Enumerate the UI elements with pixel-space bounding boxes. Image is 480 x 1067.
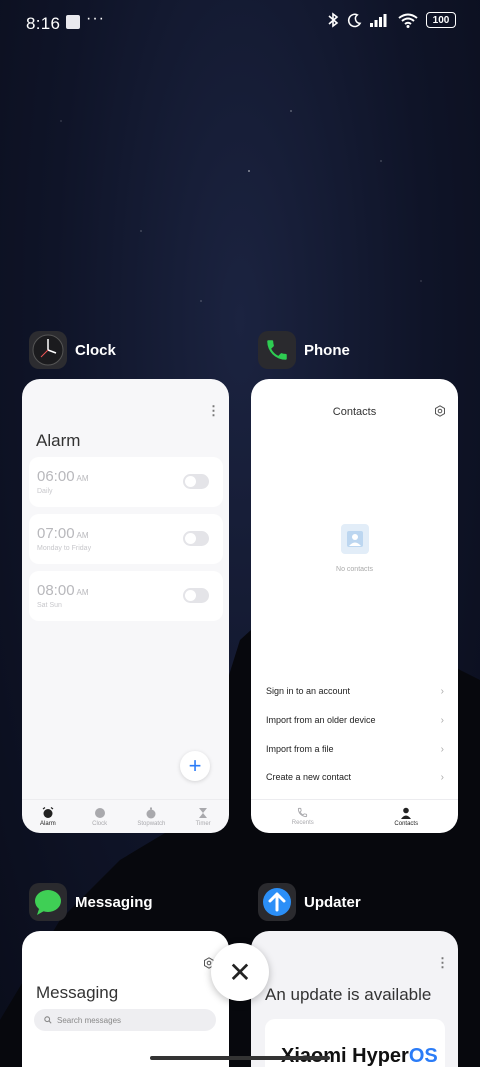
clear-all-close-button[interactable]: ✕ [211,943,269,1001]
signal-icon [370,14,387,27]
search-placeholder: Search messages [57,1015,122,1025]
tab-recents: Recents [251,800,355,833]
phone-bottom-nav: Recents Contacts [251,799,458,833]
alarm-page-title: Alarm [36,431,81,450]
hourglass-icon [199,807,208,818]
brand-os-text: OS [408,1045,438,1067]
battery-level: 100 [432,14,450,26]
chevron-right-icon: › [440,772,444,783]
tab-label: Clock [92,820,108,827]
updater-app-icon [258,883,296,921]
create-contact-row: Create a new contact › [266,772,444,783]
tab-alarm: Alarm [22,800,74,833]
more-notifications-icon: ··· [86,10,105,27]
clock-icon [94,807,105,818]
tab-stopwatch: Stopwatch [126,800,178,833]
status-bar: 8:16 ··· 100 [0,0,480,46]
add-alarm-icon: + [180,751,210,781]
phone-icon [298,807,308,818]
tab-label: Timer [195,820,211,827]
alarm-repeat: Sat Sun [37,602,62,609]
sign-in-account-row: Sign in to an account › [266,686,444,697]
moon-icon [347,13,362,27]
clock-app-icon [29,331,67,369]
bluetooth-icon [328,12,339,28]
empty-contacts-text: No contacts [336,566,373,573]
alarm-time: 06:00 [37,468,75,485]
recent-card-messaging[interactable]: Messaging Search messages [22,931,229,1067]
app-name-messaging: Messaging [75,893,153,911]
alarm-repeat: Monday to Friday [37,545,92,552]
alarm-item: 08:00 AM Sat Sun [29,571,223,621]
settings-gear-icon [435,405,445,417]
alarm-repeat: Daily [37,488,53,495]
alarm-item: 07:00 AM Monday to Friday [29,514,223,564]
tab-clock: Clock [74,800,126,833]
alarm-ampm: AM [76,588,89,597]
alarm-icon [42,806,54,818]
tab-label: Alarm [40,820,56,827]
alarm-time: 08:00 [37,582,75,599]
alarm-time: 07:00 [37,525,75,542]
import-file-row: Import from a file › [266,744,444,755]
chevron-right-icon: › [440,744,444,755]
tab-label: Stopwatch [137,820,166,827]
app-name-updater: Updater [304,893,361,911]
recent-app-header-phone[interactable]: Phone [258,331,350,369]
tab-contacts: Contacts [355,800,459,833]
import-older-device-row: Import from an older device › [266,715,444,726]
wifi-icon [398,13,418,28]
notification-icon [66,15,80,29]
phone-app-icon [258,331,296,369]
alarm-ampm: AM [76,474,89,483]
alarm-toggle [183,474,209,489]
more-options-icon: ⋮ [207,403,220,418]
tab-label: Contacts [394,820,419,827]
messaging-page-title: Messaging [36,983,119,1002]
menu-row-label: Create a new contact [266,772,352,782]
person-icon [401,807,412,819]
menu-row-label: Import from a file [266,744,334,754]
chevron-right-icon: › [440,715,444,726]
home-gesture-bar[interactable] [150,1056,330,1060]
contacts-page-title: Contacts [332,406,377,418]
tab-label: Recents [291,820,314,826]
recent-card-phone[interactable]: Contacts No contacts Sign in to an accou… [251,379,458,833]
more-options-icon: ⋮ [436,955,449,970]
stopwatch-icon [146,807,156,818]
chevron-right-icon: › [440,686,444,697]
search-icon [44,1016,52,1024]
recent-card-clock[interactable]: ⋮ Alarm 06:00 AM Daily 07:00 AM Monday to … [22,379,229,833]
tab-timer: Timer [177,800,229,833]
app-name-clock: Clock [75,341,116,359]
status-time: 8:16 [26,14,61,33]
alarm-toggle [183,588,209,603]
recent-app-header-messaging[interactable]: Messaging [29,883,153,921]
battery-icon: 100 [426,12,456,28]
empty-contacts-icon [341,524,369,554]
menu-row-label: Import from an older device [266,715,376,725]
recent-card-updater[interactable]: ⋮ An update is available Xiaomi HyperOS [251,931,458,1067]
recent-app-header-updater[interactable]: Updater [258,883,361,921]
app-name-phone: Phone [304,341,350,359]
clock-bottom-nav: Alarm Clock Stopwatch Timer [22,799,229,833]
menu-row-label: Sign in to an account [266,686,351,696]
messaging-app-icon [29,883,67,921]
alarm-toggle [183,531,209,546]
alarm-item: 06:00 AM Daily [29,457,223,507]
recent-app-header-clock[interactable]: Clock [29,331,116,369]
update-available-title: An update is available [265,985,432,1004]
alarm-ampm: AM [76,531,89,540]
search-messages-field: Search messages [34,1009,216,1031]
